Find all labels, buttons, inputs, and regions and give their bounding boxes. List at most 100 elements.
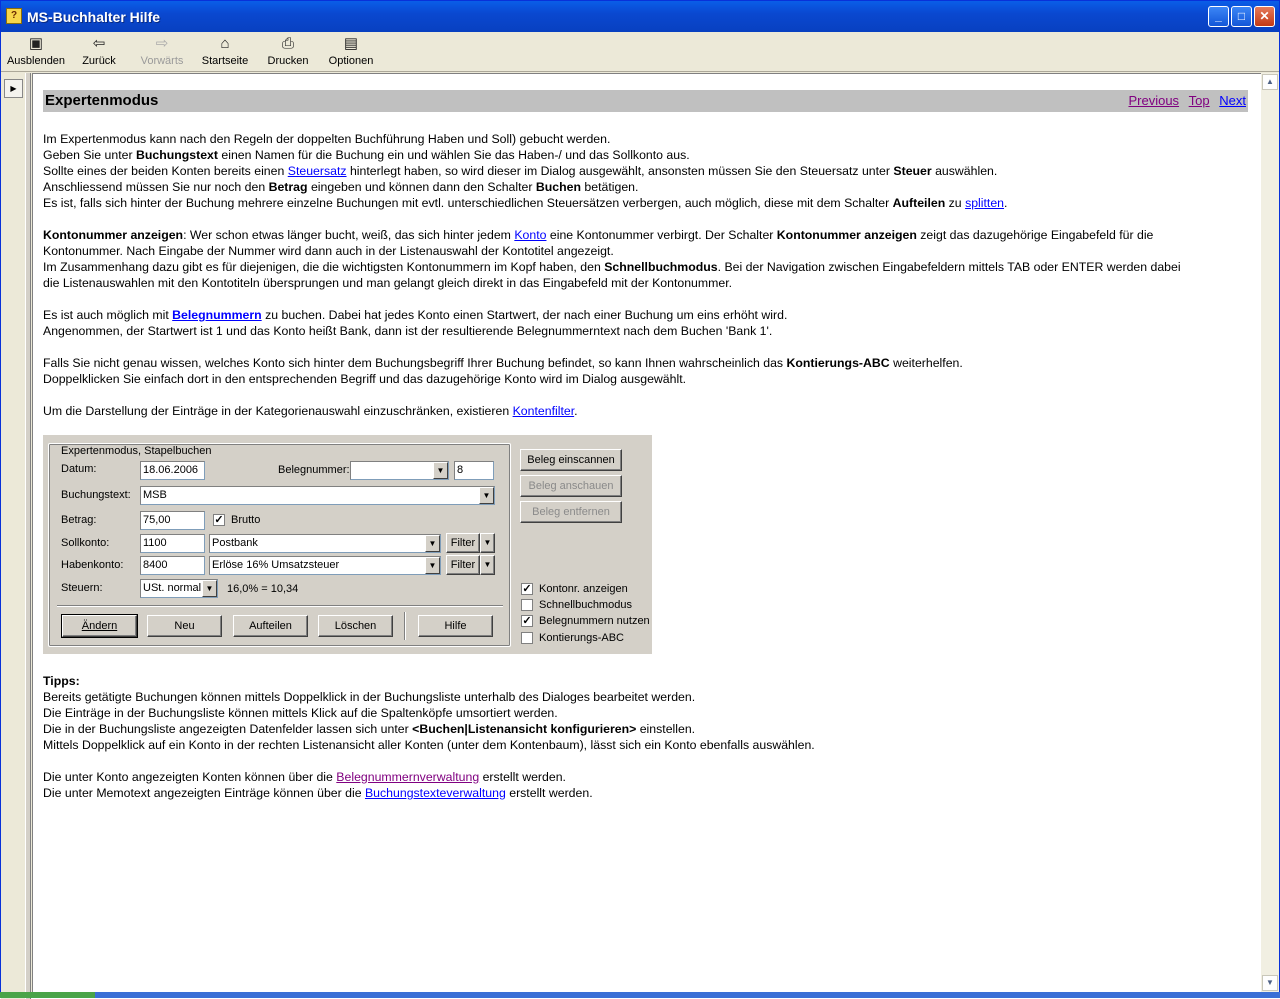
buchungstexteverwaltung-link[interactable]: Buchungstexteverwaltung bbox=[365, 786, 506, 800]
text-line: Die in der Buchungsliste angezeigten Dat… bbox=[43, 721, 815, 737]
options-button[interactable]: ▤ Optionen bbox=[327, 34, 375, 70]
text-line: Geben Sie unter Buchungstext einen Namen… bbox=[43, 147, 1007, 163]
text: zeigt das dazugehörige Eingabefeld für d… bbox=[916, 228, 1154, 242]
scroll-up-icon[interactable]: ▲ bbox=[1262, 74, 1278, 90]
help-button[interactable]: Hilfe bbox=[418, 615, 493, 637]
account-abc-checkbox[interactable] bbox=[521, 632, 533, 644]
credit-filter-dropdown[interactable]: ▼ bbox=[480, 555, 495, 575]
use-receipt-numbers-checkbox[interactable]: ✓ bbox=[521, 615, 533, 627]
receipt-number-select[interactable]: ▼ bbox=[350, 461, 449, 480]
credit-filter-button[interactable]: Filter bbox=[446, 555, 480, 575]
amount-field[interactable]: 75,00 bbox=[140, 511, 205, 530]
scroll-down-icon[interactable]: ▼ bbox=[1262, 975, 1278, 991]
posting-text-combo[interactable]: MSB ▼ bbox=[140, 486, 495, 505]
back-button[interactable]: ⇦ Zurück bbox=[79, 34, 119, 70]
belegnummernverwaltung-link[interactable]: Belegnummernverwaltung bbox=[336, 770, 479, 784]
show-navigation-button[interactable]: ▶ bbox=[4, 79, 23, 98]
text-line: Angenommen, der Startwert ist 1 und das … bbox=[43, 324, 773, 338]
tips-section: Tipps: Bereits getätigte Buchungen könne… bbox=[43, 673, 815, 753]
text: eingeben und können dann den Schalter bbox=[307, 180, 536, 194]
page-title: Expertenmodus bbox=[45, 92, 159, 109]
chevron-down-icon[interactable]: ▼ bbox=[479, 487, 494, 504]
chevron-down-icon[interactable]: ▼ bbox=[202, 580, 217, 597]
debit-filter-button[interactable]: Filter bbox=[446, 533, 480, 553]
text-line: Um die Darstellung der Einträge in der K… bbox=[43, 403, 578, 419]
kontenfilter-link[interactable]: Kontenfilter bbox=[513, 404, 575, 418]
text: zu bbox=[945, 196, 966, 210]
change-button[interactable]: Ändern bbox=[61, 614, 138, 638]
top-link[interactable]: Top bbox=[1189, 93, 1210, 108]
split-button[interactable]: Aufteilen bbox=[233, 615, 308, 637]
brutto-checkbox[interactable]: ✓ bbox=[213, 514, 225, 526]
debit-account-number[interactable]: 1100 bbox=[140, 534, 205, 553]
maximize-button[interactable]: □ bbox=[1231, 6, 1252, 27]
show-account-number-checkbox[interactable]: ✓ bbox=[521, 583, 533, 595]
option-label: Kontierungs-ABC bbox=[539, 632, 624, 644]
text: Die unter Konto angezeigten Konten könne… bbox=[43, 770, 337, 784]
text: Geben Sie unter bbox=[43, 148, 136, 162]
belegnummern-link[interactable]: Belegnummern bbox=[172, 308, 262, 322]
text: Sollte eines der beiden Konten bereits e… bbox=[43, 164, 288, 178]
chevron-down-icon[interactable]: ▼ bbox=[433, 462, 448, 479]
hide-button[interactable]: ▣ Ausblenden bbox=[5, 34, 67, 70]
pane-splitter[interactable] bbox=[25, 73, 31, 999]
delete-button[interactable]: Löschen bbox=[318, 615, 393, 637]
text: . Bei der Navigation zwischen Eingabefel… bbox=[717, 260, 1181, 274]
tax-calculation: 16,0% = 10,34 bbox=[227, 583, 299, 595]
minimize-button[interactable]: _ bbox=[1208, 6, 1229, 27]
text-line: Falls Sie nicht genau wissen, welches Ko… bbox=[43, 355, 963, 371]
close-button[interactable]: ✕ bbox=[1254, 6, 1275, 27]
text-line: Im Zusammenhang dazu gibt es für diejeni… bbox=[43, 259, 1181, 275]
debit-account-label: Sollkonto: bbox=[61, 537, 110, 549]
text: erstellt werden. bbox=[479, 770, 566, 784]
chevron-down-icon[interactable]: ▼ bbox=[425, 535, 440, 552]
scan-receipt-button[interactable]: Beleg einscannen bbox=[520, 449, 622, 471]
text: Es ist auch möglich mit bbox=[43, 308, 173, 322]
credit-account-label: Habenkonto: bbox=[61, 559, 124, 571]
text: einstellen. bbox=[636, 722, 696, 736]
forward-button[interactable]: ⇨ Vorwärts bbox=[139, 34, 185, 70]
combo-value: MSB bbox=[143, 489, 167, 501]
paragraph-kontierung: Falls Sie nicht genau wissen, welches Ko… bbox=[43, 355, 963, 387]
text-line: Sollte eines der beiden Konten bereits e… bbox=[43, 163, 1007, 179]
paragraph-intro: Im Expertenmodus kann nach den Regeln de… bbox=[43, 131, 1007, 211]
date-label: Datum: bbox=[61, 463, 97, 475]
text-line: Es ist auch möglich mit Belegnummern zu … bbox=[43, 307, 787, 323]
print-button[interactable]: ⎙ Drucken bbox=[265, 34, 311, 70]
splitten-link[interactable]: splitten bbox=[965, 196, 1004, 210]
debit-filter-dropdown[interactable]: ▼ bbox=[480, 533, 495, 553]
vertical-scrollbar[interactable]: ▲ ▼ bbox=[1261, 73, 1279, 993]
bold-text: Steuer bbox=[893, 164, 932, 178]
credit-account-select[interactable]: Erlöse 16% Umsatzsteuer ▼ bbox=[209, 556, 441, 575]
text-line: Die Einträge in der Buchungsliste können… bbox=[43, 706, 558, 720]
button-label: Ändern bbox=[81, 620, 118, 632]
paragraph-kontonummer: Kontonummer anzeigen: Wer schon etwas lä… bbox=[43, 227, 1181, 291]
amount-label: Betrag: bbox=[61, 514, 97, 526]
steuersatz-link[interactable]: Steuersatz bbox=[288, 164, 347, 178]
button-label: Hilfe bbox=[444, 620, 467, 632]
text: betätigen. bbox=[581, 180, 639, 194]
new-button[interactable]: Neu bbox=[147, 615, 222, 637]
text: auswählen. bbox=[931, 164, 998, 178]
next-link[interactable]: Next bbox=[1219, 93, 1246, 108]
quick-booking-checkbox[interactable] bbox=[521, 599, 533, 611]
previous-link[interactable]: Previous bbox=[1128, 93, 1179, 108]
date-field[interactable]: 18.06.2006 bbox=[140, 461, 205, 480]
remove-receipt-button[interactable]: Beleg entfernen bbox=[520, 501, 622, 523]
home-button[interactable]: ⌂ Startseite bbox=[201, 34, 249, 70]
chevron-down-icon[interactable]: ▼ bbox=[425, 557, 440, 574]
hide-pane-icon: ▣ bbox=[28, 35, 44, 52]
text: Falls Sie nicht genau wissen, welches Ko… bbox=[43, 356, 787, 370]
chevron-down-icon: ▼ bbox=[483, 560, 492, 569]
tax-select[interactable]: USt. normal ▼ bbox=[140, 579, 218, 598]
button-label: Löschen bbox=[334, 620, 377, 632]
text: eine Kontonummer verbirgt. Der Schalter bbox=[546, 228, 777, 242]
receipt-number-field[interactable]: 8 bbox=[454, 461, 494, 480]
text: Um die Darstellung der Einträge in der K… bbox=[43, 404, 513, 418]
text: Die in der Buchungsliste angezeigten Dat… bbox=[43, 722, 413, 736]
debit-account-select[interactable]: Postbank ▼ bbox=[209, 534, 441, 553]
konto-link[interactable]: Konto bbox=[514, 228, 546, 242]
taskbar-strip bbox=[0, 992, 1280, 998]
credit-account-number[interactable]: 8400 bbox=[140, 556, 205, 575]
view-receipt-button[interactable]: Beleg anschauen bbox=[520, 475, 622, 497]
